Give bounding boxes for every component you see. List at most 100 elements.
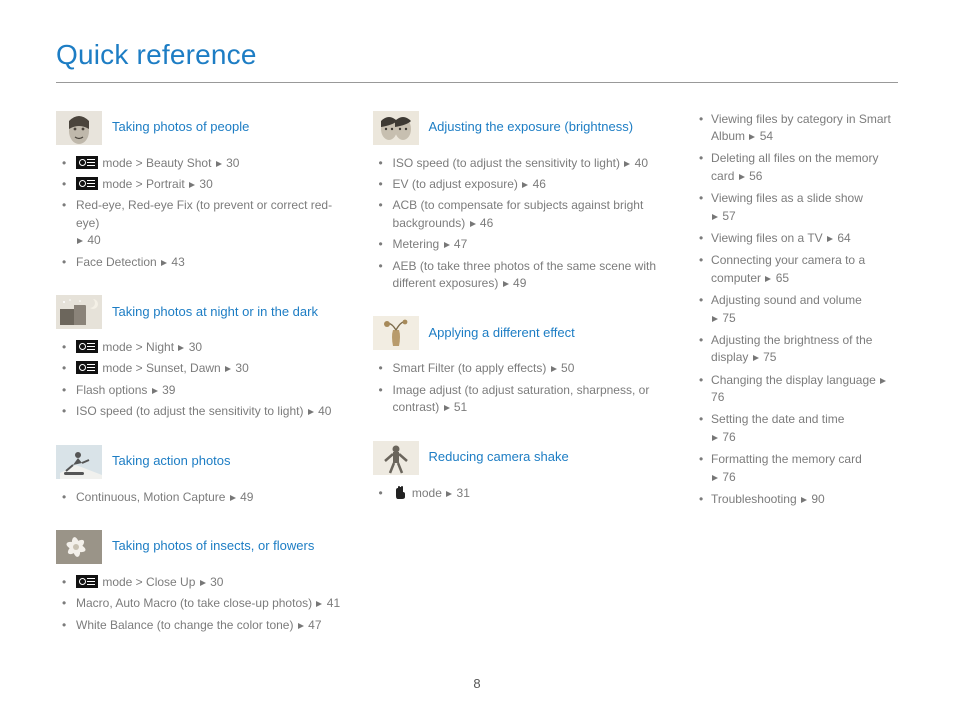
list-item[interactable]: White Balance (to change the color tone)… bbox=[62, 617, 349, 634]
list-item[interactable]: Macro, Auto Macro (to take close-up phot… bbox=[62, 595, 349, 612]
page-ref: 47 bbox=[454, 237, 467, 251]
list-item[interactable]: AEB (to take three photos of the same sc… bbox=[379, 258, 666, 293]
action-thumb-icon bbox=[56, 445, 102, 479]
list-item[interactable]: mode > Close Up 30 bbox=[62, 574, 349, 591]
section-title[interactable]: Taking photos of insects, or flowers bbox=[112, 537, 314, 556]
section-title[interactable]: Reducing camera shake bbox=[429, 448, 569, 467]
list-item[interactable]: Metering 47 bbox=[379, 236, 666, 253]
item-text: Face Detection bbox=[76, 255, 160, 269]
topic-section: Reducing camera shake mode 31 bbox=[373, 441, 666, 502]
topic-section: Taking photos at night or in the dark mo… bbox=[56, 295, 349, 421]
section-heading: Applying a different effect bbox=[373, 316, 666, 350]
scene-mode-icon bbox=[76, 361, 98, 374]
item-list: Continuous, Motion Capture 49 bbox=[56, 489, 349, 506]
item-list: ISO speed (to adjust the sensitivity to … bbox=[373, 155, 666, 293]
page-ref: 31 bbox=[457, 486, 470, 500]
list-item[interactable]: ACB (to compensate for subjects against … bbox=[379, 197, 666, 232]
page-ref: 40 bbox=[318, 404, 331, 418]
list-item[interactable]: Adjusting sound and volume 75 bbox=[699, 292, 898, 327]
page-ref: 75 bbox=[722, 311, 735, 325]
item-text: Flash options bbox=[76, 383, 151, 397]
topic-section: Taking photos of people mode > Beauty Sh… bbox=[56, 111, 349, 271]
item-text: Adjusting sound and volume bbox=[711, 293, 862, 307]
item-text: Metering bbox=[393, 237, 443, 251]
scene-mode-icon bbox=[76, 340, 98, 353]
list-item[interactable]: mode 31 bbox=[379, 485, 666, 502]
list-item[interactable]: Continuous, Motion Capture 49 bbox=[62, 489, 349, 506]
section-title[interactable]: Taking action photos bbox=[112, 452, 231, 471]
topic-section: Adjusting the exposure (brightness) ISO s… bbox=[373, 111, 666, 293]
item-list: mode > Night 30 mode > Sunset, Dawn 30 Fl… bbox=[56, 339, 349, 421]
page-ref: 90 bbox=[811, 492, 824, 506]
item-text: mode > Night bbox=[99, 340, 177, 354]
column-right: Viewing files by category in Smart Album… bbox=[689, 111, 898, 658]
item-text: Viewing files on a TV bbox=[711, 231, 826, 245]
list-item[interactable]: Viewing files as a slide show 57 bbox=[699, 190, 898, 225]
list-item[interactable]: Troubleshooting 90 bbox=[699, 491, 898, 508]
item-text: Deleting all files on the memory card bbox=[711, 151, 878, 182]
section-title[interactable]: Taking photos at night or in the dark bbox=[112, 303, 318, 322]
page-ref: 75 bbox=[763, 350, 776, 364]
face-thumb-icon bbox=[56, 111, 102, 145]
list-item[interactable]: Image adjust (to adjust saturation, shar… bbox=[379, 382, 666, 417]
topic-section: Taking action photos Continuous, Motion C… bbox=[56, 445, 349, 506]
item-text: Image adjust (to adjust saturation, shar… bbox=[393, 383, 650, 414]
vase-thumb-icon bbox=[373, 316, 419, 350]
list-item[interactable]: ISO speed (to adjust the sensitivity to … bbox=[62, 403, 349, 420]
column-middle: Adjusting the exposure (brightness) ISO s… bbox=[373, 111, 690, 658]
shake-thumb-icon bbox=[373, 441, 419, 475]
list-item[interactable]: Adjusting the brightness of the display … bbox=[699, 332, 898, 367]
section-heading: Taking photos at night or in the dark bbox=[56, 295, 349, 329]
item-text: White Balance (to change the color tone) bbox=[76, 618, 297, 632]
list-item[interactable]: mode > Portrait 30 bbox=[62, 176, 349, 193]
item-text: EV (to adjust exposure) bbox=[393, 177, 522, 191]
list-item[interactable]: mode > Beauty Shot 30 bbox=[62, 155, 349, 172]
page-ref: 51 bbox=[454, 400, 467, 414]
page-ref: 76 bbox=[722, 470, 735, 484]
item-text: Changing the display language bbox=[711, 373, 879, 387]
night-thumb-icon bbox=[56, 295, 102, 329]
item-text: Setting the date and time bbox=[711, 412, 844, 426]
page-ref: 30 bbox=[199, 177, 212, 191]
section-heading: Adjusting the exposure (brightness) bbox=[373, 111, 666, 145]
item-list: mode > Close Up 30 Macro, Auto Macro (to … bbox=[56, 574, 349, 634]
section-heading: Taking action photos bbox=[56, 445, 349, 479]
list-item[interactable]: mode > Night 30 bbox=[62, 339, 349, 356]
page-ref: 54 bbox=[760, 129, 773, 143]
list-item[interactable]: Red-eye, Red-eye Fix (to prevent or corr… bbox=[62, 197, 349, 249]
list-item[interactable]: Smart Filter (to apply effects) 50 bbox=[379, 360, 666, 377]
flower-thumb-icon bbox=[56, 530, 102, 564]
list-item[interactable]: Viewing files by category in Smart Album… bbox=[699, 111, 898, 146]
list-item[interactable]: Connecting your camera to a computer 65 bbox=[699, 252, 898, 287]
section-heading: Reducing camera shake bbox=[373, 441, 666, 475]
topic-section: Applying a different effect Smart Filter … bbox=[373, 316, 666, 416]
section-title[interactable]: Adjusting the exposure (brightness) bbox=[429, 118, 634, 137]
scene-mode-icon bbox=[76, 575, 98, 588]
list-item[interactable]: Changing the display language 76 bbox=[699, 372, 898, 407]
column-left: Taking photos of people mode > Beauty Sh… bbox=[56, 111, 373, 658]
item-text: mode bbox=[409, 486, 446, 500]
list-item[interactable]: Deleting all files on the memory card 56 bbox=[699, 150, 898, 185]
page-ref: 65 bbox=[776, 271, 789, 285]
section-title[interactable]: Applying a different effect bbox=[429, 324, 575, 343]
reference-list: Viewing files by category in Smart Album… bbox=[697, 111, 898, 509]
section-heading: Taking photos of people bbox=[56, 111, 349, 145]
list-item[interactable]: Flash options 39 bbox=[62, 382, 349, 399]
page-ref: 64 bbox=[837, 231, 850, 245]
list-item[interactable]: Formatting the memory card 76 bbox=[699, 451, 898, 486]
list-item[interactable]: Setting the date and time 76 bbox=[699, 411, 898, 446]
item-text: mode > Sunset, Dawn bbox=[99, 361, 224, 375]
page-ref: 76 bbox=[722, 430, 735, 444]
scene-mode-icon bbox=[76, 177, 98, 190]
list-item[interactable]: ISO speed (to adjust the sensitivity to … bbox=[379, 155, 666, 172]
section-title[interactable]: Taking photos of people bbox=[112, 118, 249, 137]
list-item[interactable]: Viewing files on a TV 64 bbox=[699, 230, 898, 247]
list-item[interactable]: Face Detection 43 bbox=[62, 254, 349, 271]
item-list: Smart Filter (to apply effects) 50 Image … bbox=[373, 360, 666, 416]
list-item[interactable]: EV (to adjust exposure) 46 bbox=[379, 176, 666, 193]
section-heading: Taking photos of insects, or flowers bbox=[56, 530, 349, 564]
item-text: Troubleshooting bbox=[711, 492, 800, 506]
list-item[interactable]: mode > Sunset, Dawn 30 bbox=[62, 360, 349, 377]
item-text: Viewing files as a slide show bbox=[711, 191, 863, 205]
page-ref: 47 bbox=[308, 618, 321, 632]
